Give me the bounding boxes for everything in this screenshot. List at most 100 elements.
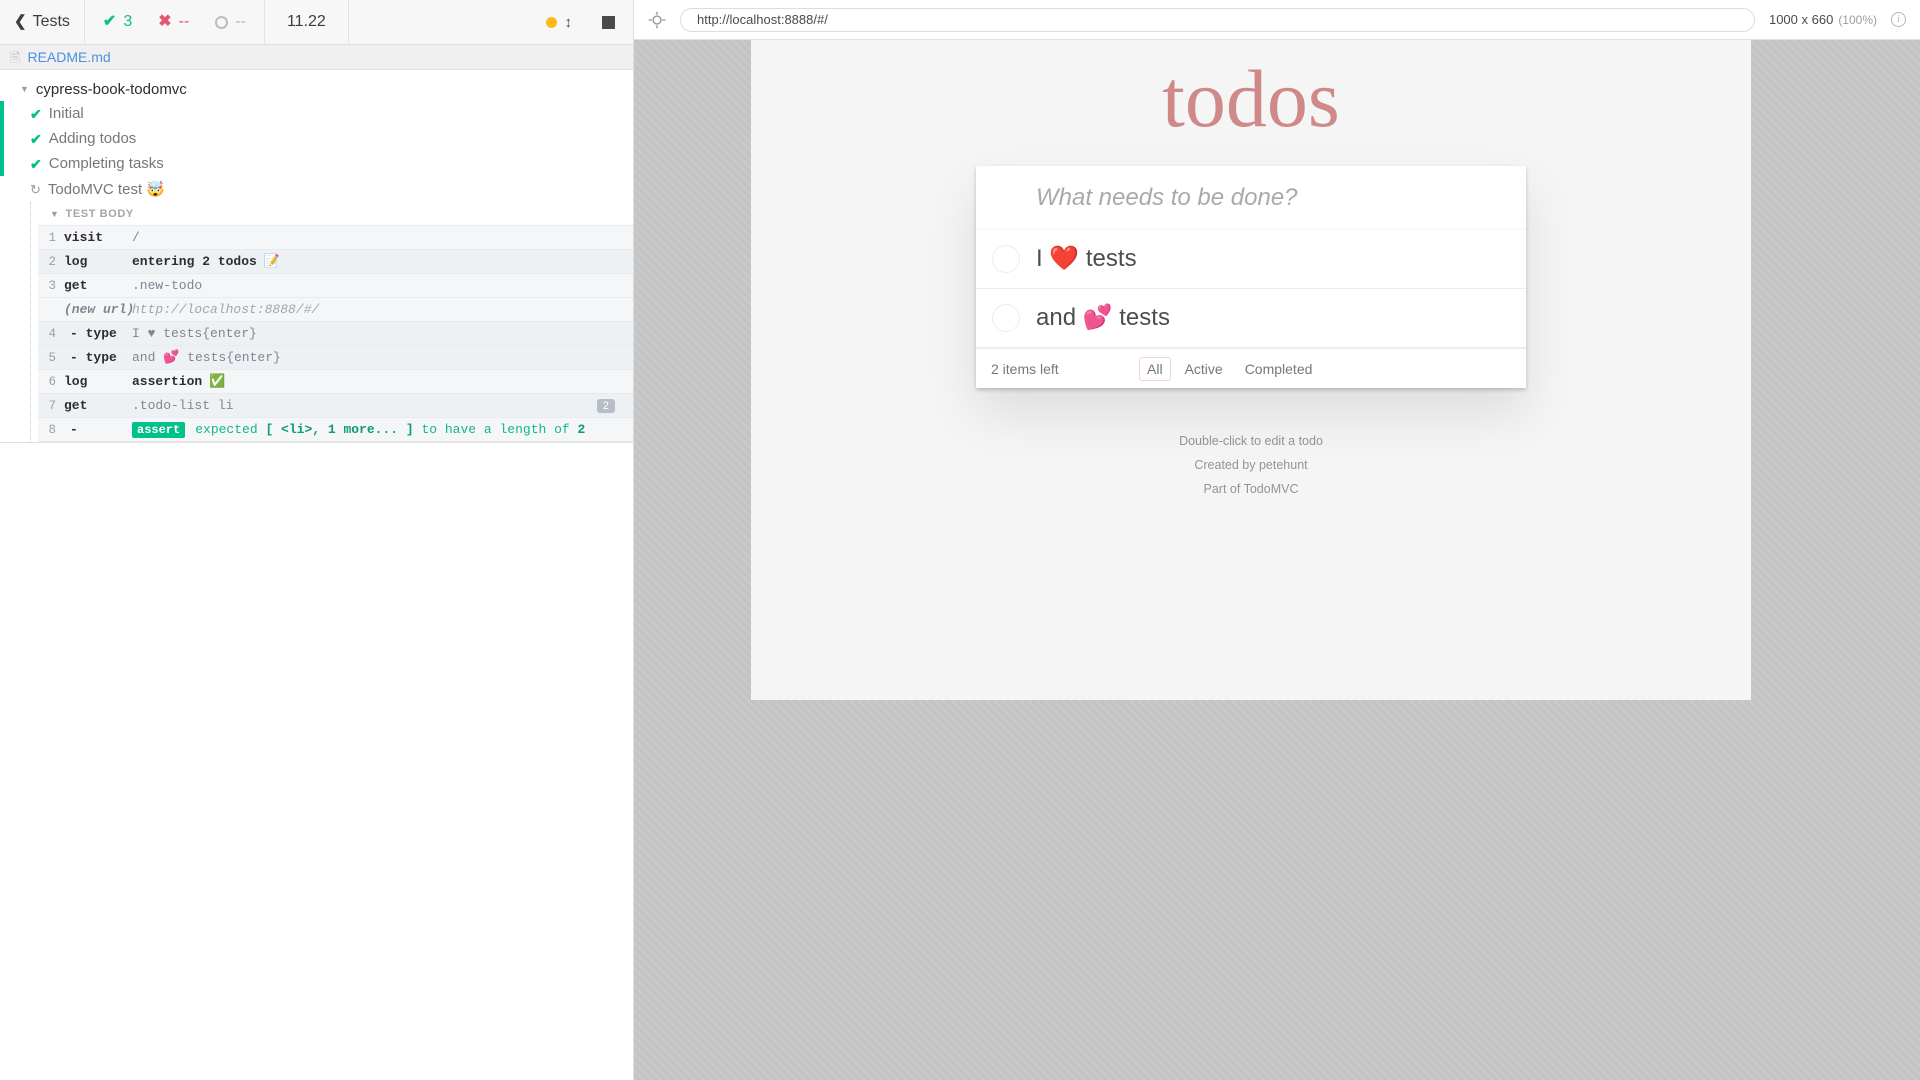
todo-count: 2 items left [991, 360, 1059, 377]
new-todo-input[interactable] [976, 166, 1526, 231]
todo-label: I ❤️ tests [1036, 244, 1137, 272]
test-stats: ✔ 3 ✖ -- -- [85, 0, 265, 44]
suite-title-label: cypress-book-todomvc [35, 81, 187, 98]
command-row[interactable]: 1 visit / [38, 226, 633, 250]
x-icon: ✖ [158, 13, 172, 30]
assertion-message: expected [ <li>, 1 more... ] to have a l… [195, 422, 585, 437]
reporter-controls: ↕ [532, 0, 634, 44]
amber-dot-icon[interactable] [545, 16, 557, 28]
duration-display: 11.22 [265, 0, 349, 44]
suite-header[interactable]: ▼ cypress-book-todomvc [0, 78, 633, 101]
assertion-prefix: - [70, 422, 78, 437]
test-label: TodoMVC test 🤯 [47, 181, 165, 198]
stop-square-icon[interactable] [602, 15, 615, 29]
app-info: Double-click to edit a todo Created by p… [751, 432, 1751, 498]
command-message: and 💕 tests{enter} [132, 350, 281, 365]
check-icon: ✔ [30, 130, 42, 147]
url-bar[interactable]: http://localhost:8888/#/ [680, 7, 1755, 32]
test-item-todomvc-test[interactable]: ↻ TodoMVC test 🤯 [0, 176, 633, 202]
command-message: entering 2 todos [132, 254, 257, 269]
reporter-divider [0, 442, 633, 443]
todo-list: I ❤️ tests and 💕 tests [976, 230, 1526, 349]
filter-all[interactable]: All [1139, 356, 1171, 381]
aut-header: http://localhost:8888/#/ 1000 x 660 (100%… [634, 0, 1920, 40]
stat-passed-value: 3 [123, 13, 133, 30]
auto-scroll-icon[interactable]: ↕ [565, 15, 573, 30]
command-row[interactable]: 2 log entering 2 todos 📝 [38, 250, 633, 274]
command-name: - type [70, 350, 117, 365]
header-spacer [349, 0, 532, 44]
command-number: 3 [48, 278, 56, 293]
suite-tree: ▼ cypress-book-todomvc ✔ Initial ✔ Addin… [0, 70, 633, 1080]
new-url-label: (new url) [64, 302, 135, 317]
test-body-label: TEST BODY [65, 208, 134, 220]
info-line: Part of TodoMVC [1203, 482, 1299, 497]
aut-stage: todos I ❤️ tests and 💕 tests [634, 40, 1920, 1080]
command-name: log [64, 374, 88, 389]
assertion-row[interactable]: 8 - assert expected [ <li>, 1 more... ] … [38, 418, 633, 442]
command-row[interactable]: 5 - type and 💕 tests{enter} [38, 346, 633, 370]
stat-pending-value: -- [235, 13, 246, 30]
command-number: 1 [48, 230, 56, 245]
command-name: visit [64, 230, 104, 245]
back-to-tests-label: Tests [32, 13, 70, 30]
chevron-left-icon: ❮ [14, 13, 27, 30]
command-name: get [64, 278, 88, 293]
new-url-value: http://localhost:8888/#/ [132, 302, 320, 317]
check-icon: ✔ [30, 155, 42, 172]
viewport-size: 1000 x 660 (100%) [1769, 12, 1877, 27]
test-item-initial[interactable]: ✔ Initial [0, 101, 633, 126]
command-row[interactable]: 7 get .todo-list li 2 [38, 394, 633, 418]
test-body-header[interactable]: ▼ TEST BODY [38, 202, 633, 225]
todo-footer: 2 items left All Active Completed [976, 348, 1526, 388]
filter-completed[interactable]: Completed [1237, 357, 1321, 381]
check-mark-emoji-icon: ✅ [209, 374, 226, 389]
check-icon: ✔ [30, 105, 42, 122]
aut-panel: http://localhost:8888/#/ 1000 x 660 (100%… [634, 0, 1920, 1080]
check-icon: ✔ [102, 13, 117, 30]
circle-icon [215, 15, 229, 29]
command-log-wrapper: ▼ TEST BODY 1 visit / 2 log entering 2 t… [0, 202, 633, 442]
test-item-adding-todos[interactable]: ✔ Adding todos [0, 126, 633, 151]
command-number: 2 [48, 254, 56, 269]
readme-link[interactable]: README.md [27, 49, 110, 65]
stat-failed: ✖ -- [158, 13, 189, 31]
reporter-panel: ❮ Tests ✔ 3 ✖ -- -- 11.22 ↕ 🖹 README.md … [0, 0, 634, 1080]
caret-down-icon[interactable]: ▼ [20, 85, 29, 94]
caret-down-icon[interactable]: ▼ [50, 209, 60, 219]
back-to-tests-button[interactable]: ❮ Tests [0, 0, 85, 44]
toggle-icon[interactable] [992, 245, 1020, 274]
memo-emoji-icon: 📝 [263, 254, 281, 269]
assertion-message-pre: expected [195, 422, 266, 437]
spec-file-row[interactable]: 🖹 README.md [0, 45, 633, 70]
test-item-completing-tasks[interactable]: ✔ Completing tasks [0, 151, 633, 176]
command-message: assertion [132, 374, 203, 389]
command-message: .new-todo [132, 278, 203, 293]
viewport-dimensions: 1000 x 660 [1768, 12, 1834, 27]
command-row[interactable]: 4 - type I ♥ tests{enter} [38, 322, 633, 346]
assertion-message-post: to have a length of [413, 422, 578, 437]
todo-list-item[interactable]: and 💕 tests [976, 289, 1526, 349]
filter-item[interactable]: Active [1177, 361, 1231, 377]
command-number: 7 [48, 398, 56, 413]
command-row[interactable]: 6 log assertion ✅ [38, 370, 633, 394]
stat-failed-value: -- [178, 13, 190, 30]
command-number: 8 [48, 422, 56, 437]
filter-item[interactable]: Completed [1237, 361, 1321, 377]
filter-active[interactable]: Active [1177, 357, 1231, 381]
element-count-badge: 2 [596, 398, 615, 413]
info-icon[interactable]: i [1891, 12, 1906, 27]
command-name: - type [70, 326, 117, 341]
todo-card: I ❤️ tests and 💕 tests 2 items left [976, 166, 1526, 395]
command-list: 1 visit / 2 log entering 2 todos 📝 3 get… [38, 225, 633, 442]
toggle-icon[interactable] [992, 304, 1020, 333]
command-name: log [64, 254, 88, 269]
crosshair-icon[interactable] [648, 11, 666, 29]
todo-list-item[interactable]: I ❤️ tests [976, 230, 1526, 290]
command-row[interactable]: 3 get .new-todo [38, 274, 633, 298]
test-label: Adding todos [48, 130, 137, 147]
filter-item[interactable]: All [1139, 356, 1171, 381]
stat-pending: -- [215, 13, 246, 31]
assertion-message-code: [ <li>, 1 more... ] [265, 422, 414, 437]
test-label: Initial [48, 105, 84, 122]
